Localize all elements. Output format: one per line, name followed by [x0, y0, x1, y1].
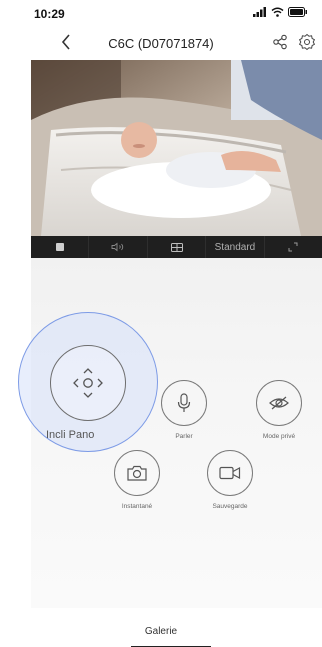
ptz-button[interactable] — [50, 345, 126, 421]
ptz-label: Incli Pano — [46, 429, 95, 441]
quality-button[interactable]: Standard — [206, 236, 265, 258]
fullscreen-icon — [288, 242, 298, 252]
video-toolbar: Standard — [31, 236, 322, 258]
talk-button[interactable] — [161, 380, 207, 426]
live-video-feed[interactable] — [31, 60, 322, 236]
nav-bar: C6C (D07071874) — [0, 26, 322, 60]
speaker-muted-icon — [111, 242, 124, 252]
stop-icon — [55, 243, 64, 251]
fullscreen-button[interactable] — [265, 236, 322, 258]
snapshot-label: Instantané — [121, 503, 153, 510]
quality-label: Standard — [214, 241, 256, 253]
record-label: Sauvegarde — [212, 503, 248, 510]
stop-button[interactable] — [31, 236, 90, 258]
split-screen-button[interactable] — [148, 236, 207, 258]
battery-icon — [288, 7, 307, 17]
wifi-icon — [271, 7, 284, 17]
record-button[interactable] — [207, 450, 253, 496]
privacy-mode-label: Mode privé — [262, 433, 296, 440]
status-icons — [253, 7, 308, 17]
talk-label: Parler — [175, 433, 193, 440]
split-screen-icon — [170, 242, 183, 252]
camera-icon — [127, 465, 147, 481]
microphone-icon — [177, 393, 191, 412]
ptz-directional-icon — [72, 367, 103, 398]
eye-off-icon — [269, 396, 289, 410]
status-time: 10:29 — [34, 7, 65, 21]
sound-button[interactable] — [89, 236, 148, 258]
snapshot-button[interactable] — [114, 450, 160, 496]
status-bar: 10:29 — [0, 0, 322, 24]
share-icon[interactable] — [272, 34, 288, 50]
video-frame — [31, 60, 322, 236]
video-camera-icon — [219, 466, 241, 480]
privacy-mode-button[interactable] — [256, 380, 302, 426]
signal-icon — [253, 7, 266, 17]
tab-gallery[interactable]: Galerie — [0, 626, 322, 637]
gear-icon[interactable] — [298, 33, 316, 51]
